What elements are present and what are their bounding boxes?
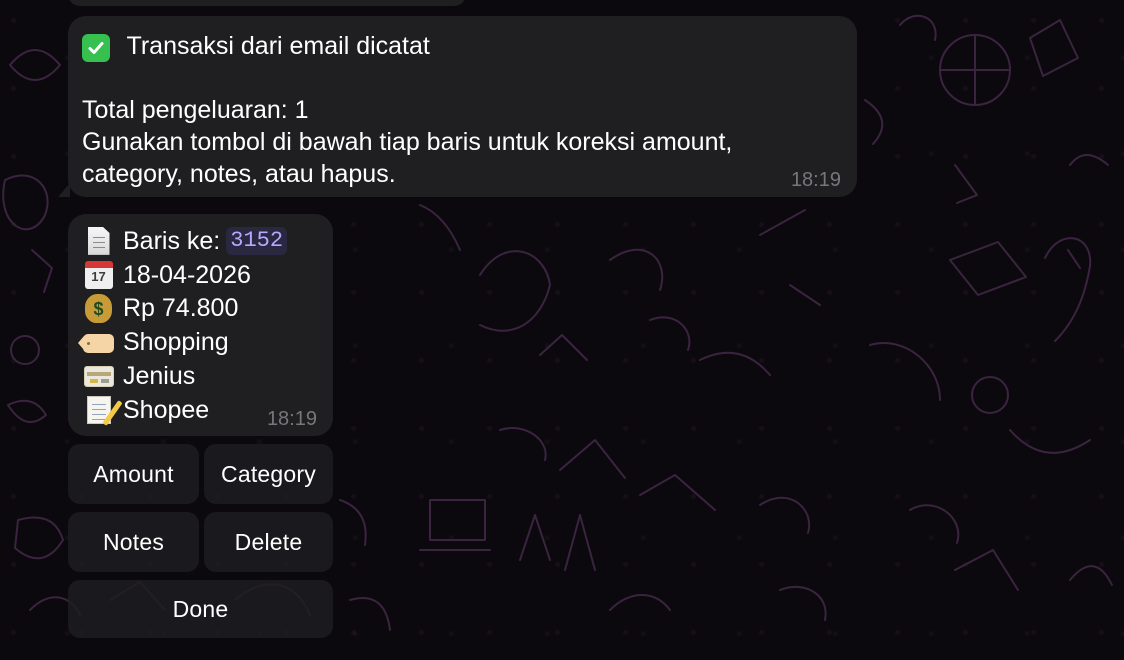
row-number-line: Baris ke: 3152 — [82, 224, 319, 258]
summary-message-bubble: Transaksi dari email dicatat Total penge… — [68, 16, 857, 197]
transaction-account: Jenius — [123, 362, 196, 391]
tag-icon — [78, 326, 115, 359]
message-title-line: Transaksi dari email dicatat — [82, 30, 843, 62]
date-line: 17 18-04-2026 — [82, 258, 319, 292]
transaction-category: Shopping — [123, 328, 229, 357]
message-timestamp: 18:19 — [790, 169, 841, 191]
delete-button[interactable]: Delete — [204, 512, 333, 572]
document-icon — [82, 224, 115, 257]
transaction-date: 18-04-2026 — [123, 260, 251, 289]
money-bag-icon: $ — [82, 292, 115, 325]
memo-icon — [82, 393, 115, 426]
category-line: Shopping — [78, 325, 319, 359]
calendar-icon: 17 — [82, 258, 115, 291]
check-mark-icon — [82, 34, 110, 62]
amount-line: $ Rp 74.800 — [82, 292, 319, 326]
credit-card-icon — [82, 360, 115, 393]
instruction-line-1: Gunakan tombol di bawah tiap baris untuk… — [82, 128, 733, 156]
calendar-icon-day: 17 — [84, 260, 113, 289]
amount-button[interactable]: Amount — [68, 444, 199, 504]
transaction-amount: Rp 74.800 — [123, 294, 239, 323]
done-button[interactable]: Done — [68, 580, 333, 638]
transaction-message-bubble: Baris ke: 3152 17 18-04-2026 $ Rp 74.800… — [68, 214, 333, 436]
transaction-notes: Shopee — [123, 395, 210, 424]
message-timestamp: 18:19 — [266, 408, 317, 430]
previous-message-edge — [68, 0, 466, 6]
instruction-line-2: category, notes, atau hapus. — [82, 160, 396, 188]
notes-button[interactable]: Notes — [68, 512, 199, 572]
category-button[interactable]: Category — [204, 444, 333, 504]
message-title: Transaksi dari email dicatat — [126, 32, 430, 60]
chat-window: { "messages": [ { "title": "Transaksi da… — [0, 0, 1124, 660]
total-expense-line: Total pengeluaran: 1 — [82, 96, 309, 124]
row-label: Baris ke: — [123, 226, 221, 255]
account-line: Jenius — [82, 359, 319, 393]
row-number-badge[interactable]: 3152 — [226, 226, 288, 255]
